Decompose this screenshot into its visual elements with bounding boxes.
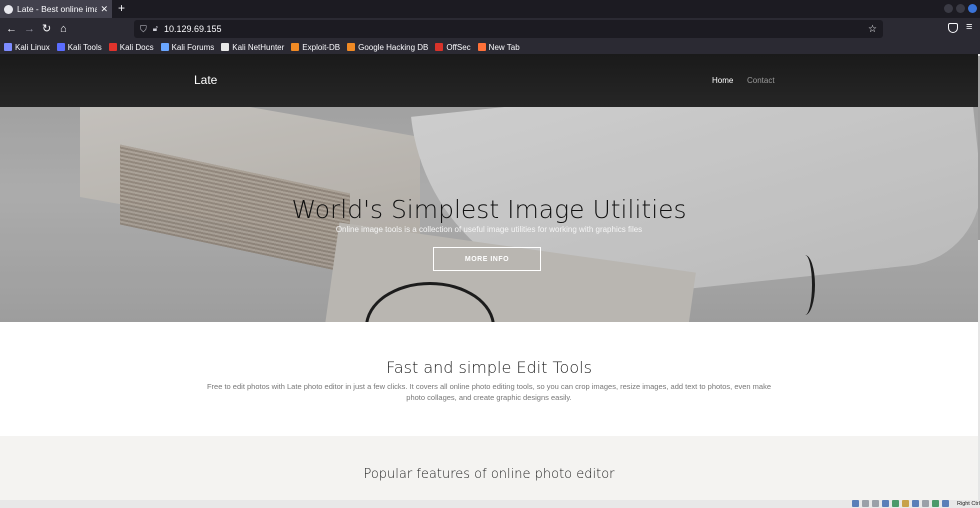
vm-network-icon[interactable] <box>882 500 889 507</box>
vm-display-icon[interactable] <box>912 500 919 507</box>
vm-status-bar: Right Ctrl <box>0 500 980 508</box>
nav-contact-link[interactable]: Contact <box>747 76 775 85</box>
hero-section: World's Simplest Image Utilities Online … <box>0 107 978 322</box>
kali-forums-icon <box>160 43 169 51</box>
features-section: Fast and simple Edit Tools Free to edit … <box>0 322 978 436</box>
nav-home-link[interactable]: Home <box>712 76 733 85</box>
bookmark-item[interactable]: Exploit-DB <box>291 43 340 52</box>
minimize-window-button[interactable] <box>944 4 953 13</box>
site-favicon-icon <box>4 4 13 14</box>
reload-icon[interactable]: ↻ <box>42 21 51 37</box>
maximize-window-button[interactable] <box>956 4 965 13</box>
bookmark-item[interactable]: OffSec <box>435 42 471 52</box>
bookmark-label: Exploit-DB <box>302 42 341 52</box>
vm-optical-icon[interactable] <box>862 500 869 507</box>
tracking-shield-icon[interactable]: ⛉ <box>140 24 147 35</box>
exploit-db-icon <box>291 43 300 51</box>
vm-cpu-icon[interactable] <box>932 500 939 507</box>
features-text: Free to edit photos with Late photo edit… <box>206 382 772 402</box>
web-page: Late Home Contact World's Simplest Image… <box>0 54 978 500</box>
site-navbar: Late Home Contact <box>0 54 978 107</box>
bookmark-label: Kali Docs <box>119 42 154 52</box>
vm-usb-icon[interactable] <box>892 500 899 507</box>
bookmark-item[interactable]: Kali Tools <box>56 42 102 52</box>
features-title: Fast and simple Edit Tools <box>386 358 592 377</box>
bookmark-item[interactable]: Google Hacking DB <box>347 43 428 52</box>
bookmark-label: Kali Tools <box>67 42 102 52</box>
browser-tab[interactable]: Late - Best online image t ✕ <box>0 0 112 18</box>
new-tab-button[interactable]: + <box>118 1 125 15</box>
bookmark-label: Kali Linux <box>15 42 50 52</box>
kali-tools-icon <box>56 43 65 51</box>
kali-docs-icon <box>108 43 117 51</box>
ghdb-icon <box>347 43 356 51</box>
close-tab-icon[interactable]: ✕ <box>100 4 108 15</box>
tab-strip: Late - Best online image t ✕ + <box>0 0 980 18</box>
bookmark-label: Kali NetHunter <box>232 42 285 52</box>
bookmark-item[interactable]: Kali Linux <box>4 43 50 52</box>
hero-lead: Online image tools is a collection of us… <box>335 225 643 234</box>
navigation-bar: ← → ↻ ⌂ ⛉ 🔓︎ 10.129.69.155 ☆ ≡ <box>0 18 980 40</box>
nethunter-icon <box>221 43 230 51</box>
hero-title: World's Simplest Image Utilities <box>291 195 687 224</box>
bookmark-label: Kali Forums <box>171 42 215 52</box>
kali-dragon-icon <box>4 43 12 51</box>
address-bar[interactable]: ⛉ 🔓︎ 10.129.69.155 ☆ <box>134 20 883 38</box>
bookmark-label: New Tab <box>488 42 520 52</box>
tab-title: Late - Best online image t <box>17 4 98 14</box>
site-brand[interactable]: Late <box>194 73 217 87</box>
firefox-icon <box>477 43 486 51</box>
connection-lock-icon[interactable]: 🔓︎ <box>153 24 158 34</box>
home-icon[interactable]: ⌂ <box>60 21 67 37</box>
bookmark-item[interactable]: Kali Forums <box>160 42 215 52</box>
popular-title: Popular features of online photo editor <box>363 467 615 482</box>
bookmark-item[interactable]: Kali Docs <box>108 42 154 52</box>
vm-shared-folder-icon[interactable] <box>902 500 909 507</box>
back-arrow-icon[interactable]: ← <box>6 21 17 37</box>
pocket-icon[interactable] <box>948 23 958 33</box>
more-info-button[interactable]: MORE INFO <box>433 247 541 271</box>
vm-host-key-label: Right Ctrl <box>957 501 980 507</box>
popular-section: Popular features of online photo editor <box>0 436 978 500</box>
bookmark-star-icon[interactable]: ☆ <box>868 24 877 35</box>
vm-recording-icon[interactable] <box>922 500 929 507</box>
vm-audio-icon[interactable] <box>872 500 879 507</box>
bookmark-item[interactable]: New Tab <box>477 42 520 52</box>
close-window-button[interactable] <box>968 4 977 13</box>
bookmark-label: Google Hacking DB <box>358 42 429 52</box>
bookmarks-toolbar: Kali Linux Kali Tools Kali Docs Kali Forums… <box>0 40 980 54</box>
offsec-icon <box>435 43 444 51</box>
hamburger-menu-icon[interactable]: ≡ <box>966 21 972 33</box>
vm-mouse-icon[interactable] <box>942 500 949 507</box>
url-text[interactable]: 10.129.69.155 <box>164 24 868 34</box>
forward-arrow-icon[interactable]: → <box>24 21 35 37</box>
bookmark-item[interactable]: Kali NetHunter <box>221 43 284 52</box>
vm-disk-icon[interactable] <box>852 500 859 507</box>
bookmark-label: OffSec <box>446 42 471 52</box>
